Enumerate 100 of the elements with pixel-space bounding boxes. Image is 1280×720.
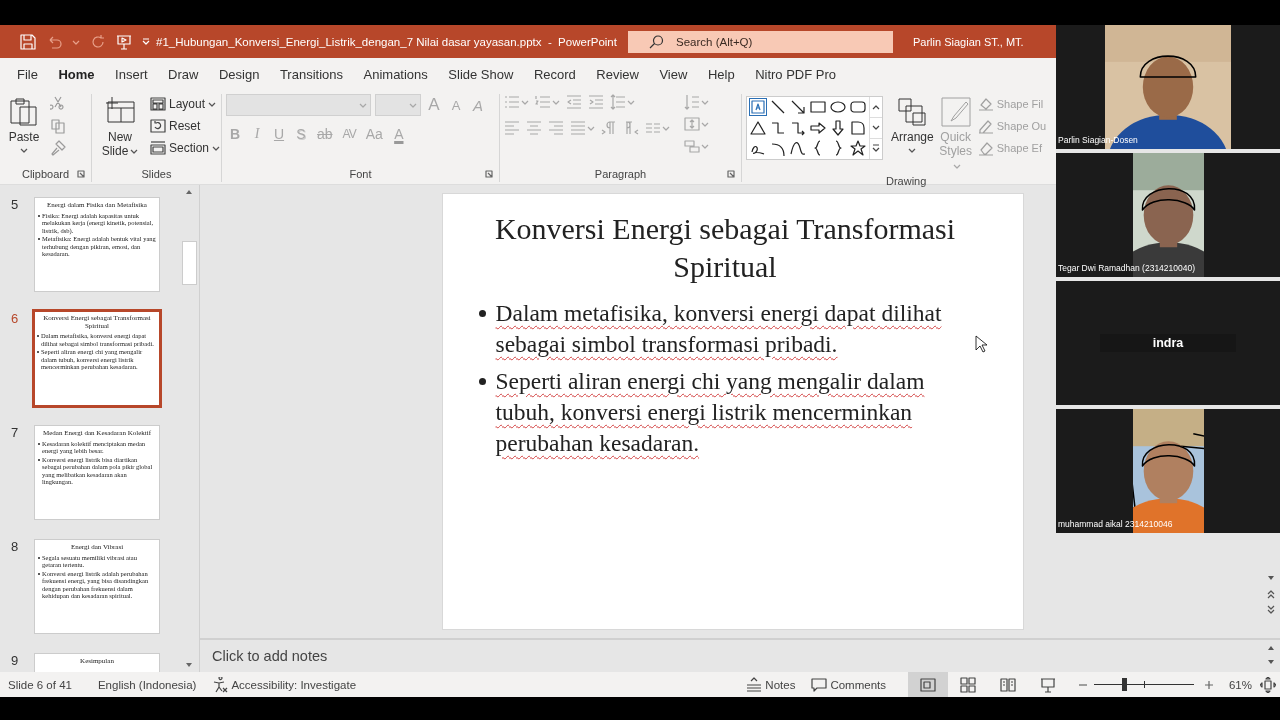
ribbon-tab[interactable]: Animations (353, 58, 438, 90)
accessibility-icon (212, 676, 229, 693)
slide-show-icon (1040, 676, 1056, 693)
fit-to-window-icon[interactable] (1260, 676, 1276, 693)
ribbon-tab[interactable]: Help (697, 58, 745, 90)
ribbon-tab[interactable]: Slide Show (438, 58, 524, 90)
quick-styles-icon (939, 96, 972, 128)
layout-button[interactable]: Layout (150, 96, 221, 112)
ribbon-tab[interactable]: Review (586, 58, 649, 90)
slide[interactable] (442, 194, 1023, 629)
customize-icon[interactable] (142, 37, 150, 46)
shapes-gallery[interactable] (746, 96, 883, 160)
cut-icon[interactable] (50, 96, 66, 112)
slide-title: Konversi Energi sebagai Transformasi Spiritual (493, 211, 957, 285)
star-icon[interactable] (850, 140, 866, 157)
language-status[interactable]: English (Indonesia) (71, 678, 197, 691)
caret-icon (701, 98, 709, 106)
ribbon-tab[interactable]: Record (523, 58, 586, 90)
user-name[interactable]: Parlin Siagian ST., MT. (913, 35, 1024, 48)
present-icon[interactable] (116, 33, 132, 50)
curve-icon[interactable] (790, 140, 806, 157)
group-label: Drawing (886, 175, 927, 188)
arrange-icon (896, 96, 929, 128)
ribbon-tab[interactable]: Nitro PDF Pro (745, 58, 847, 90)
slide-text: Seperti aliran energi chi yang mengalir dalam tubuh, konversi energi listrik mencerminkan perubahan kesadaran. (495, 367, 926, 458)
down-arrow-icon[interactable] (830, 119, 846, 136)
caret-icon (130, 147, 139, 156)
group-label: Slides (141, 168, 172, 180)
rectangle-icon[interactable] (810, 99, 826, 115)
normal-view-icon (920, 676, 936, 693)
search-field[interactable]: Search (Alt+Q) (628, 30, 893, 53)
notes-button[interactable]: Notes (746, 676, 796, 693)
caret-icon (359, 101, 367, 109)
participant-name: Parlin Siagian-Dosen (1058, 135, 1138, 145)
zoom-thumb[interactable] (1122, 678, 1127, 691)
ribbon-tab[interactable]: Draw (158, 58, 209, 90)
text-box-icon[interactable] (750, 99, 766, 115)
comment-icon (811, 676, 828, 693)
shape-format-icon (977, 96, 994, 112)
window-title: #1_Hubungan_Konversi_Energi_Listrik_dengan_7 Nilai dasar yayasan.pptx - PowerPoint (156, 35, 618, 48)
bullet-icon (478, 378, 486, 385)
next-slide-icon[interactable] (1265, 604, 1277, 616)
triangle-icon[interactable] (750, 119, 766, 136)
arrange-button[interactable]: Arrange (889, 94, 936, 156)
caret-icon (701, 142, 709, 150)
snip-shape-icon[interactable] (850, 119, 866, 136)
scroll-thumb[interactable] (181, 241, 197, 285)
notes-icon (746, 676, 763, 693)
elbow-arrow-icon[interactable] (790, 119, 806, 136)
caret-icon (627, 98, 635, 106)
save-icon[interactable] (20, 33, 36, 50)
view-button[interactable] (908, 672, 948, 697)
caret-icon (212, 144, 221, 152)
line-icon[interactable] (770, 99, 786, 115)
participant-tile[interactable]: Tegar Dwi Ramadhan (2314210040) (1056, 153, 1280, 277)
shape-format-icon (977, 140, 994, 156)
ribbon-tab[interactable]: File (7, 58, 48, 90)
slide-thumbnail[interactable] (32, 309, 162, 408)
redo-icon[interactable] (90, 33, 106, 50)
participant-tile[interactable]: Parlin Siagian-Dosen (1056, 25, 1280, 149)
slide-sorter-icon (960, 676, 976, 693)
caret-icon (662, 124, 670, 132)
reading-view-icon (1000, 676, 1016, 693)
format-painter-icon[interactable] (50, 140, 66, 156)
dialog-launcher-icon[interactable] (77, 170, 85, 178)
participant-name: indra (1152, 336, 1184, 350)
slide-text: Dalam metafisika, konversi energi dapat dilihat sebagai simbol transformasi pribadi. (495, 299, 943, 359)
reset-button[interactable]: Reset (150, 118, 221, 134)
arc-icon[interactable] (770, 140, 786, 157)
previous-slide-icon[interactable] (1265, 588, 1277, 600)
caret-icon (409, 101, 417, 109)
group-label: Paragraph (594, 168, 647, 180)
notes-field[interactable]: Click to add notes (200, 640, 1265, 672)
ribbon-tab[interactable]: Insert (105, 58, 158, 90)
mouse-pointer-icon (975, 335, 987, 353)
section-button[interactable]: Section (150, 140, 221, 156)
bullet-icon (478, 310, 486, 317)
participant-tile[interactable]: indra (1056, 281, 1280, 405)
clipboard-icon (8, 96, 40, 128)
zoom-slider[interactable] (1094, 678, 1194, 691)
slide-number: 9 (10, 653, 20, 668)
paste-button[interactable]: Paste (4, 94, 44, 156)
zoom-level[interactable]: 61% (1220, 678, 1252, 691)
ribbon-tab[interactable]: Design (208, 58, 270, 90)
accessibility-button[interactable]: Accessibility: Investigate (212, 676, 357, 693)
caret-icon (521, 98, 529, 106)
comments-button[interactable]: Comments (811, 676, 886, 693)
caret-icon (208, 100, 217, 108)
elbow-connector-icon[interactable] (770, 119, 786, 136)
participant-name: Tegar Dwi Ramadhan (2314210040) (1058, 263, 1196, 273)
group-label: Clipboard (21, 168, 70, 180)
zoom-in-icon[interactable] (1204, 679, 1214, 690)
slide-number: 7 (10, 425, 20, 440)
ribbon-tab[interactable]: Home (48, 58, 105, 90)
caret-icon (908, 146, 917, 154)
new-slide-button[interactable]: New Slide (96, 94, 144, 161)
ribbon-tab[interactable]: Transitions (269, 58, 353, 90)
line-arrow-icon[interactable] (790, 99, 806, 115)
ribbon-tab[interactable]: View (649, 58, 698, 90)
search-icon (648, 33, 664, 50)
